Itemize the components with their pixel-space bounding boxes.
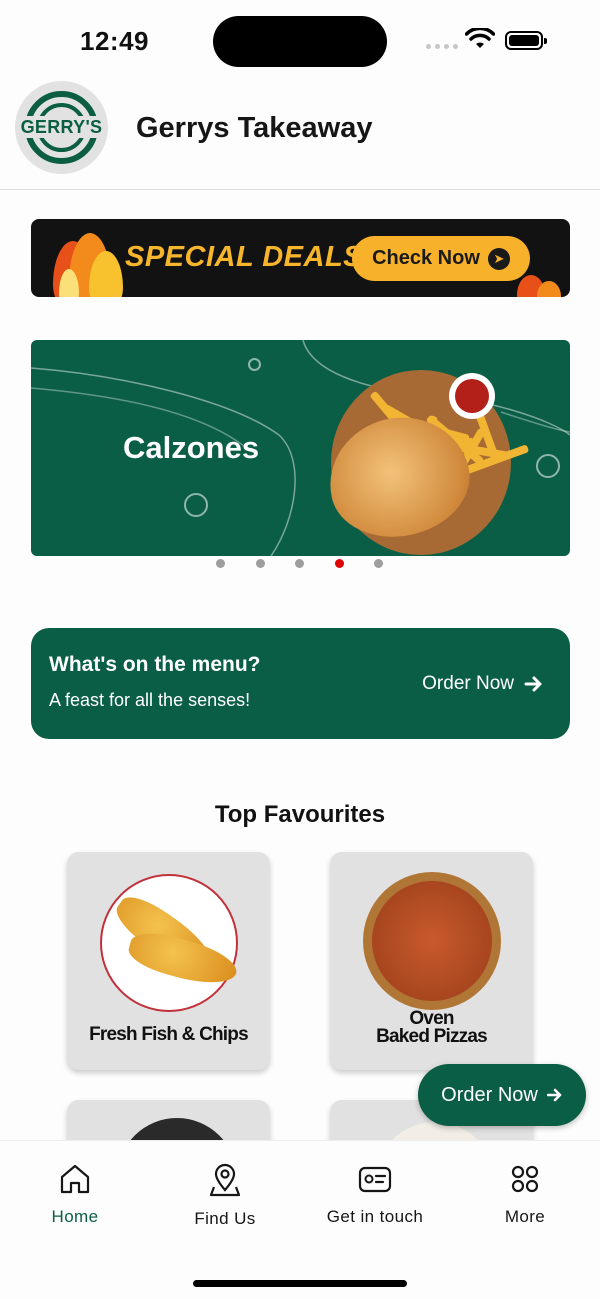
nav-home[interactable]: Home: [0, 1163, 150, 1227]
nav-get-in-touch-label: Get in touch: [326, 1207, 424, 1226]
pizza-image: [363, 872, 501, 1010]
home-icon: [60, 1164, 90, 1194]
nav-more[interactable]: More: [450, 1163, 600, 1227]
menu-card-subtitle: A feast for all the senses!: [49, 690, 251, 710]
arrow-right-icon: [524, 676, 542, 692]
cellular-signal-icon: [426, 44, 458, 49]
chevron-right-icon: ➤: [487, 247, 510, 270]
carousel-dots: [0, 559, 600, 569]
carousel-title: Calzones: [123, 430, 260, 465]
carousel-dot[interactable]: [374, 559, 383, 568]
menu-card[interactable]: What's on the menu? A feast for all the …: [31, 628, 570, 739]
fish-chips-image: [100, 874, 242, 1012]
favourite-label: Fresh Fish & Chips: [89, 1024, 249, 1045]
nav-home-label: Home: [51, 1207, 99, 1226]
logo-text: GERRY'S: [20, 117, 103, 137]
favourite-card-pizzas[interactable]: Oven Baked Pizzas: [330, 852, 533, 1070]
deals-title: SPECIAL DEALS: [125, 241, 364, 273]
circle-decoration: [248, 358, 261, 371]
brand-logo[interactable]: GERRY'S: [15, 81, 108, 174]
check-now-label: Check Now: [372, 247, 480, 269]
nav-find-us-label: Find Us: [194, 1209, 256, 1228]
battery-icon: [505, 31, 547, 50]
sauce-bowl-image: [449, 373, 495, 419]
arrow-right-icon: [546, 1088, 562, 1102]
contact-card-icon: [358, 1166, 392, 1193]
menu-order-now-label: Order Now: [422, 673, 514, 694]
map-pin-icon: [209, 1163, 241, 1197]
favourite-card-fish-chips[interactable]: Fresh Fish & Chips: [67, 852, 270, 1070]
special-deals-banner[interactable]: SPECIAL DEALS Check Now ➤: [31, 219, 570, 297]
app-screen: 12:49 GERRY'S Gerrys Takeaway SPECIAL DE…: [0, 0, 600, 1299]
carousel-dot-active[interactable]: [335, 559, 344, 568]
wifi-icon: [465, 28, 495, 48]
circle-decoration: [536, 454, 560, 478]
grid-icon: [511, 1165, 539, 1193]
section-title: Top Favourites: [214, 801, 386, 828]
menu-order-now-link[interactable]: Order Now: [422, 673, 544, 695]
floating-order-now-label: Order Now: [441, 1083, 538, 1106]
status-time: 12:49: [80, 26, 149, 56]
carousel-dot[interactable]: [295, 559, 304, 568]
circle-decoration: [184, 493, 208, 517]
promo-carousel[interactable]: Calzones: [31, 340, 570, 556]
carousel-dot[interactable]: [256, 559, 265, 568]
nav-get-in-touch[interactable]: Get in touch: [300, 1163, 450, 1227]
bottom-navigation: Home Find Us Get in touch More: [0, 1140, 600, 1299]
menu-card-title: What's on the menu?: [49, 653, 261, 676]
home-indicator: [193, 1280, 407, 1287]
page-title: Gerrys Takeaway: [136, 112, 373, 144]
flame-decoration: [537, 281, 561, 297]
nav-more-label: More: [504, 1207, 546, 1226]
floating-order-now-button[interactable]: Order Now: [418, 1064, 586, 1126]
nav-find-us[interactable]: Find Us: [150, 1163, 300, 1229]
favourite-label-line2: Baked Pizzas: [376, 1026, 488, 1047]
check-now-button[interactable]: Check Now ➤: [352, 236, 530, 281]
carousel-dot[interactable]: [216, 559, 225, 568]
dynamic-island: [213, 16, 387, 67]
app-header: GERRY'S Gerrys Takeaway: [0, 80, 600, 190]
